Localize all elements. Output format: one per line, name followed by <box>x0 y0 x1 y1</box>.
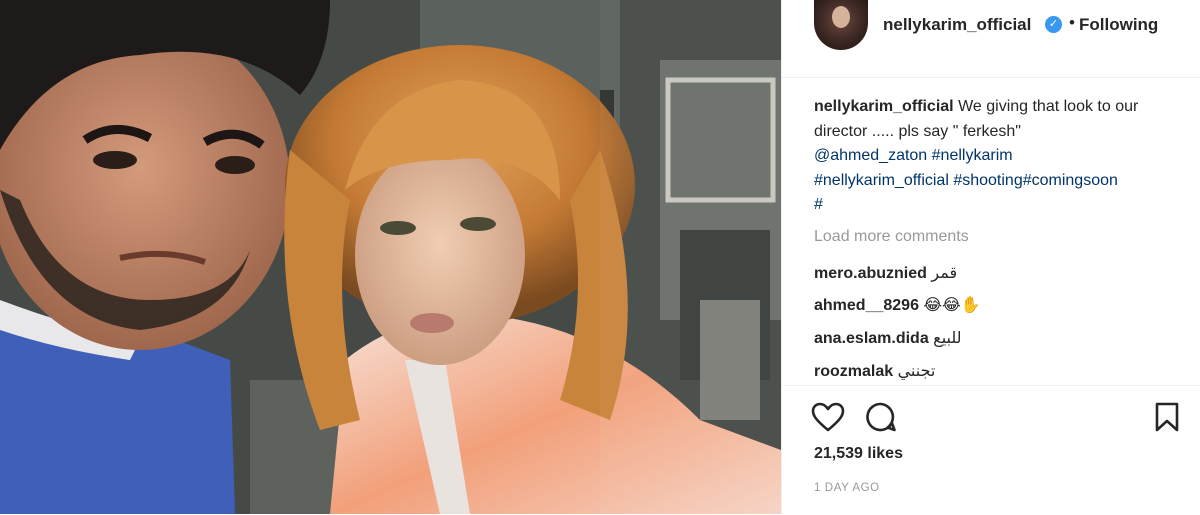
following-button[interactable]: Following <box>1079 15 1158 35</box>
comment-username[interactable]: ana.eslam.dida <box>814 330 929 347</box>
comment-item: roozmalak تجنني <box>814 361 935 381</box>
load-more-comments-button[interactable]: Load more comments <box>814 228 969 246</box>
caption-mention[interactable]: @ahmed_zaton <box>814 147 927 164</box>
post-side-panel: nellykarim_official ✓ • Following nellyk… <box>781 0 1200 514</box>
comment-text: قمر <box>931 265 958 282</box>
avatar[interactable] <box>814 0 868 50</box>
header-username[interactable]: nellykarim_official <box>883 15 1031 35</box>
heart-icon[interactable] <box>811 402 845 432</box>
post-timestamp[interactable]: 1 DAY AGO <box>814 482 880 494</box>
instagram-post: nellykarim_official ✓ • Following nellyk… <box>0 0 1200 514</box>
comment-username[interactable]: ahmed__8296 <box>814 297 919 314</box>
post-header: nellykarim_official ✓ • Following <box>782 0 1200 78</box>
comment-text: للبيع <box>933 330 962 347</box>
post-photo[interactable] <box>0 0 781 514</box>
comment-text: تجنني <box>897 363 936 380</box>
selfie-image <box>0 0 781 514</box>
caption: nellykarim_official We giving that look … <box>814 95 1189 218</box>
post-actions: 21,539 likes 1 DAY AGO <box>782 385 1200 515</box>
verified-badge-icon: ✓ <box>1045 16 1062 33</box>
caption-hashtag[interactable]: #nellykarim_official <box>814 172 949 189</box>
comment-item: ahmed__8296 😂😂✋ <box>814 295 981 315</box>
comment-username[interactable]: roozmalak <box>814 363 893 380</box>
comment-item: ana.eslam.dida للبيع <box>814 328 962 348</box>
bookmark-icon[interactable] <box>1155 402 1179 432</box>
comment-text: 😂😂✋ <box>923 297 981 314</box>
caption-hashtag[interactable]: #nellykarim <box>932 147 1013 164</box>
comment-username[interactable]: mero.abuznied <box>814 265 927 282</box>
caption-hashtag[interactable]: # <box>814 196 823 213</box>
likes-count[interactable]: 21,539 likes <box>814 445 903 463</box>
caption-hashtag[interactable]: #shooting#comingsoon <box>953 172 1118 189</box>
caption-username[interactable]: nellykarim_official <box>814 98 954 115</box>
comment-icon[interactable] <box>865 401 897 433</box>
header-separator: • <box>1069 13 1075 32</box>
comment-item: mero.abuznied قمر <box>814 263 957 283</box>
